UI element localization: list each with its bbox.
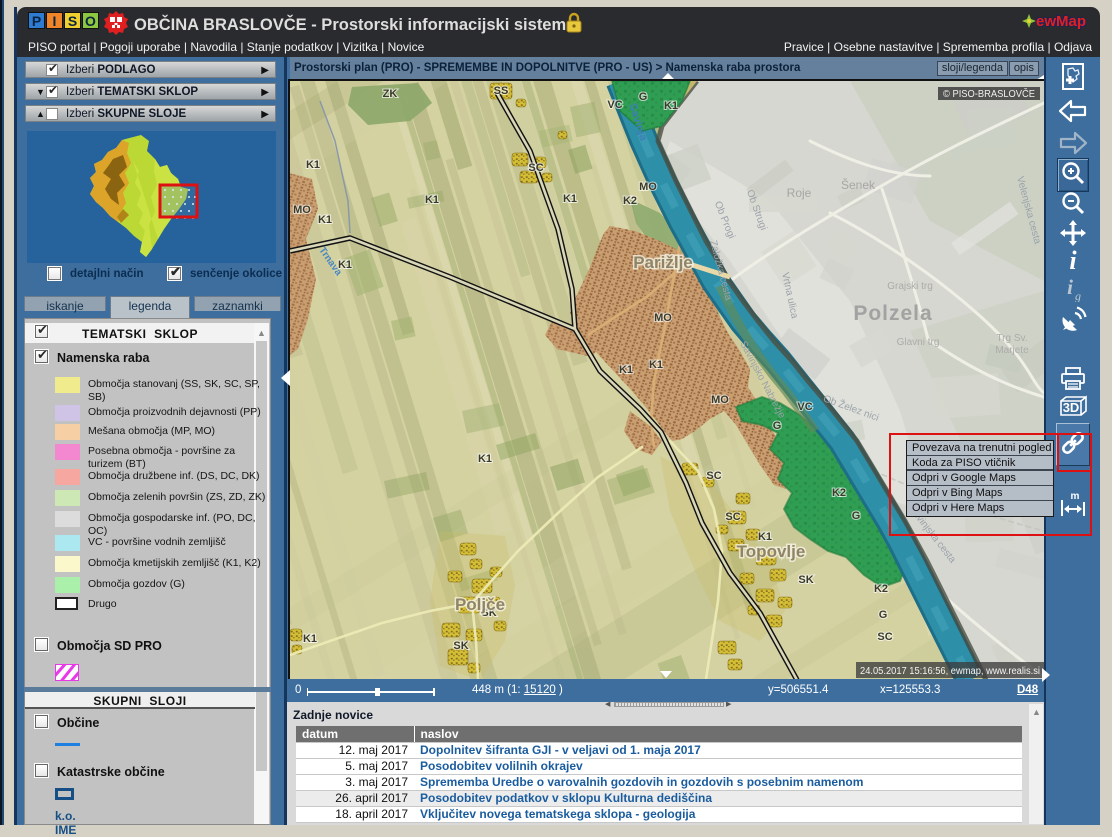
svg-text:Roje: Roje (787, 186, 812, 200)
svg-text:SS: SS (494, 85, 509, 97)
svg-text:G: G (879, 609, 888, 621)
svg-text:© PISO-BRASLOVČE: © PISO-BRASLOVČE (943, 87, 1035, 100)
svg-text:K1: K1 (303, 633, 317, 645)
svg-text:SC: SC (725, 511, 740, 523)
svg-text:MO: MO (293, 204, 311, 216)
svg-text:SC: SC (528, 162, 543, 174)
svg-text:K1: K1 (425, 194, 439, 206)
svg-text:Polzela: Polzela (853, 302, 932, 325)
svg-text:G: G (773, 420, 782, 432)
svg-text:K1: K1 (318, 214, 332, 226)
svg-text:3D: 3D (1063, 400, 1080, 415)
svg-text:VC: VC (797, 401, 812, 413)
svg-text:Šenek: Šenek (841, 177, 876, 192)
svg-text:MO: MO (654, 312, 672, 324)
svg-text:K1: K1 (563, 193, 577, 205)
svg-text:g: g (1075, 289, 1081, 302)
svg-text:SC: SC (877, 631, 892, 643)
svg-text:Trg Sv.: Trg Sv. (996, 333, 1027, 344)
svg-text:i: i (1069, 248, 1077, 274)
svg-text:K2: K2 (832, 487, 846, 499)
svg-text:K2: K2 (874, 583, 888, 595)
svg-text:G: G (639, 91, 648, 103)
svg-text:K1: K1 (478, 453, 492, 465)
svg-text:MO: MO (711, 394, 729, 406)
svg-text:G: G (852, 510, 861, 522)
svg-text:VC: VC (607, 99, 622, 111)
svg-text:K1: K1 (338, 259, 352, 271)
svg-text:Topovlje: Topovlje (737, 542, 806, 561)
svg-text:ZK: ZK (383, 88, 398, 100)
svg-text:K2: K2 (623, 195, 637, 207)
svg-text:SC: SC (706, 470, 721, 482)
svg-text:SK: SK (453, 640, 468, 652)
svg-text:Parižlje: Parižlje (633, 253, 693, 272)
svg-text:K1: K1 (664, 100, 678, 112)
svg-text:K1: K1 (649, 359, 663, 371)
svg-text:SK: SK (798, 574, 813, 586)
svg-text:MO: MO (639, 181, 657, 193)
svg-text:Glavni trg: Glavni trg (897, 337, 940, 348)
svg-text:Marjete: Marjete (995, 345, 1029, 356)
svg-text:K1: K1 (306, 159, 320, 171)
svg-text:i: i (1067, 276, 1073, 299)
svg-text:24.05.2017 15:16:56, ewmap, ww: 24.05.2017 15:16:56, ewmap, www.realis.s… (860, 666, 1040, 677)
svg-text:K1: K1 (619, 364, 633, 376)
svg-text:Grajski trg: Grajski trg (887, 281, 933, 292)
svg-text:Poljče: Poljče (455, 595, 505, 614)
